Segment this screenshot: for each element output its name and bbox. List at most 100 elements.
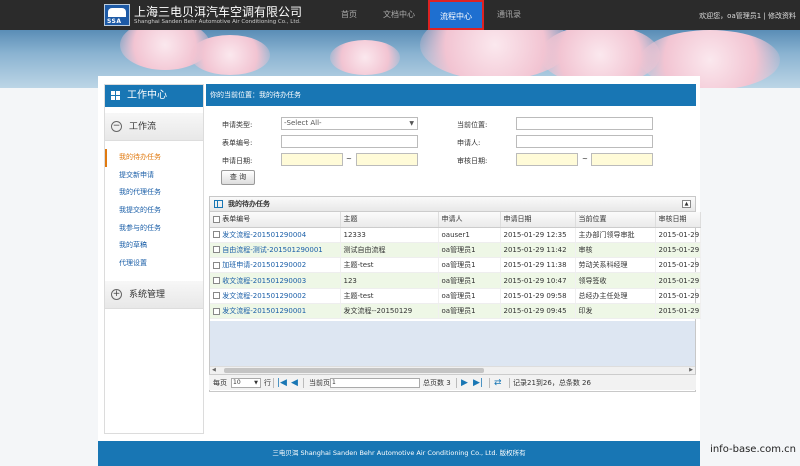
per-page-select[interactable]: 10 ▼ [231, 378, 261, 388]
watermark: info-base.com.cn [710, 444, 796, 455]
form-no-label: 表单编号: [222, 139, 253, 147]
collapse-icon: − [111, 121, 122, 132]
form-no-link[interactable]: 收文流程-201501290003 [222, 277, 306, 285]
grid-empty-area [210, 321, 695, 366]
table-cell: oa管理员1 [438, 242, 501, 259]
table-cell: 2015-01-29 [655, 288, 701, 304]
row-checkbox[interactable] [213, 292, 220, 300]
applicant-label: 申请人: [457, 139, 481, 147]
scroll-left-icon[interactable]: ◀ [212, 367, 216, 373]
form-no-link[interactable]: 发文流程-201501290001 [222, 307, 306, 315]
last-page-icon[interactable]: ▶| [473, 375, 483, 391]
table-row[interactable]: 发文流程-201501290001 发文流程--20150129 oa管理员1 201… [210, 303, 701, 320]
col-subject[interactable]: 主题 [340, 212, 439, 228]
query-button[interactable]: 查 询 [221, 170, 255, 185]
sidebar-item-submitted[interactable]: 我提交的任务 [105, 202, 203, 220]
table-cell: 2015-01-29 09:58 [500, 288, 576, 304]
table-cell: 领导签收 [575, 272, 656, 289]
welcome-text[interactable]: 欢迎您，oa管理员1 | 修改资料 [699, 11, 796, 21]
col-position[interactable]: 当前位置 [575, 212, 656, 228]
row-checkbox[interactable] [213, 277, 220, 285]
table-cell: 主题-test [340, 288, 439, 304]
sidebar-item-participated[interactable]: 我参与的任务 [105, 220, 203, 238]
record-info: 记录21到26，总条数 26 [513, 379, 591, 387]
first-page-icon[interactable]: |◀ [277, 375, 287, 391]
row-checkbox[interactable] [213, 231, 220, 239]
table-row[interactable]: 发文流程-201501290004 12333 oauser1 2015-01-29 … [210, 227, 701, 243]
select-all-checkbox[interactable] [213, 215, 220, 223]
todo-table: 表单编号 主题 申请人 申请日期 当前位置 审核日期 发文流程-20150129… [210, 212, 701, 320]
position-label: 当前位置: [457, 121, 488, 129]
prev-page-icon[interactable]: ◀ [291, 375, 298, 391]
type-label: 申请类型: [222, 121, 253, 129]
row-checkbox[interactable] [213, 261, 220, 269]
refresh-icon[interactable]: ⇄ [494, 375, 502, 391]
company-logo: SSA [104, 4, 130, 26]
table-cell: 2015-01-29 [655, 242, 701, 259]
table-cell: 主题-test [340, 257, 439, 274]
table-cell: oa管理员1 [438, 303, 501, 320]
sidebar-header: 工作中心 [105, 85, 203, 107]
sidebar-item-proxy-settings[interactable]: 代理设置 [105, 255, 203, 273]
table-cell: 总经办主任处理 [575, 288, 656, 304]
scroll-thumb[interactable] [224, 368, 484, 373]
table-cell: 2015-01-29 [655, 257, 701, 274]
table-cell: 123 [340, 272, 439, 289]
pager: 每页 10 ▼ 行 |◀ ◀ 当前页 1 总页数 3 ▶ ▶| ⇄ 记录21到26… [209, 374, 696, 390]
position-input[interactable] [516, 117, 653, 130]
apply-date-to[interactable] [356, 153, 418, 166]
table-row[interactable]: 发文流程-201501290002 主题-test oa管理员1 2015-01-29… [210, 288, 701, 304]
review-date-from[interactable] [516, 153, 578, 166]
section-system-admin[interactable]: + 系统管理 [105, 280, 203, 309]
nav-process-center[interactable]: 流程中心 [428, 0, 484, 30]
section-workflow[interactable]: − 工作流 [105, 113, 203, 141]
sidebar-item-new-request[interactable]: 提交新申请 [105, 167, 203, 185]
panel-icon [214, 200, 223, 208]
grid-title-bar: 我的待办任务 ▲ [210, 197, 695, 212]
row-checkbox[interactable] [213, 246, 220, 254]
table-cell: 2015-01-29 [655, 272, 701, 289]
table-cell: 2015-01-29 10:47 [500, 272, 576, 289]
table-cell: 2015-01-29 11:38 [500, 257, 576, 274]
scroll-right-icon[interactable]: ▶ [689, 367, 693, 373]
sidebar-item-proxy-tasks[interactable]: 我的代理任务 [105, 184, 203, 202]
row-checkbox[interactable] [213, 307, 220, 315]
expand-icon: + [111, 288, 122, 300]
nav-home[interactable]: 首页 [332, 0, 366, 30]
current-page-input[interactable]: 1 [330, 378, 420, 388]
form-no-link[interactable]: 发文流程-201501290002 [222, 292, 306, 300]
nav-documents[interactable]: 文档中心 [376, 0, 422, 30]
horizontal-scrollbar[interactable]: ◀ ▶ [210, 366, 695, 374]
col-applicant[interactable]: 申请人 [438, 212, 501, 228]
table-cell: oa管理员1 [438, 257, 501, 274]
form-no-input[interactable] [281, 135, 418, 148]
type-select[interactable]: -Select All- ▼ [281, 117, 418, 130]
top-bar: SSA 上海三电贝洱汽车空调有限公司 Shanghai Sanden Behr … [0, 0, 800, 30]
sidebar-item-drafts[interactable]: 我的草稿 [105, 237, 203, 255]
form-no-link[interactable]: 加班申请-201501290002 [222, 261, 306, 269]
table-cell: 2015-01-29 [655, 227, 701, 243]
form-no-link[interactable]: 自由流程-测试-201501290001 [222, 246, 323, 254]
dropdown-arrow-icon: ▼ [409, 120, 414, 127]
review-date-label: 审核日期: [457, 157, 488, 165]
table-cell: oa管理员1 [438, 272, 501, 289]
next-page-icon[interactable]: ▶ [461, 375, 468, 391]
table-cell: 12333 [340, 227, 439, 243]
nav-contacts[interactable]: 通讯录 [490, 0, 528, 30]
col-review-date[interactable]: 审核日期 [655, 212, 701, 228]
sidebar-item-my-todo[interactable]: 我的待办任务 [105, 149, 203, 167]
table-cell: 2015-01-29 [655, 303, 701, 320]
collapse-up-icon[interactable]: ▲ [682, 200, 691, 208]
col-form-no[interactable]: 表单编号 [210, 212, 341, 228]
review-date-to[interactable] [591, 153, 653, 166]
table-cell: 2015-01-29 09:45 [500, 303, 576, 320]
company-name-en: Shanghai Sanden Behr Automotive Air Cond… [134, 19, 301, 25]
total-pages: 总页数 3 [423, 379, 451, 387]
col-apply-date[interactable]: 申请日期 [500, 212, 576, 228]
form-no-link[interactable]: 发文流程-201501290004 [222, 231, 306, 239]
table-row[interactable]: 自由流程-测试-201501290001 测试自由流程 oa管理员1 2015-01-… [210, 242, 701, 259]
applicant-input[interactable] [516, 135, 653, 148]
table-row[interactable]: 加班申请-201501290002 主题-test oa管理员1 2015-01-29… [210, 257, 701, 274]
table-row[interactable]: 收文流程-201501290003 123 oa管理员1 2015-01-29 10:… [210, 272, 701, 289]
apply-date-from[interactable] [281, 153, 343, 166]
